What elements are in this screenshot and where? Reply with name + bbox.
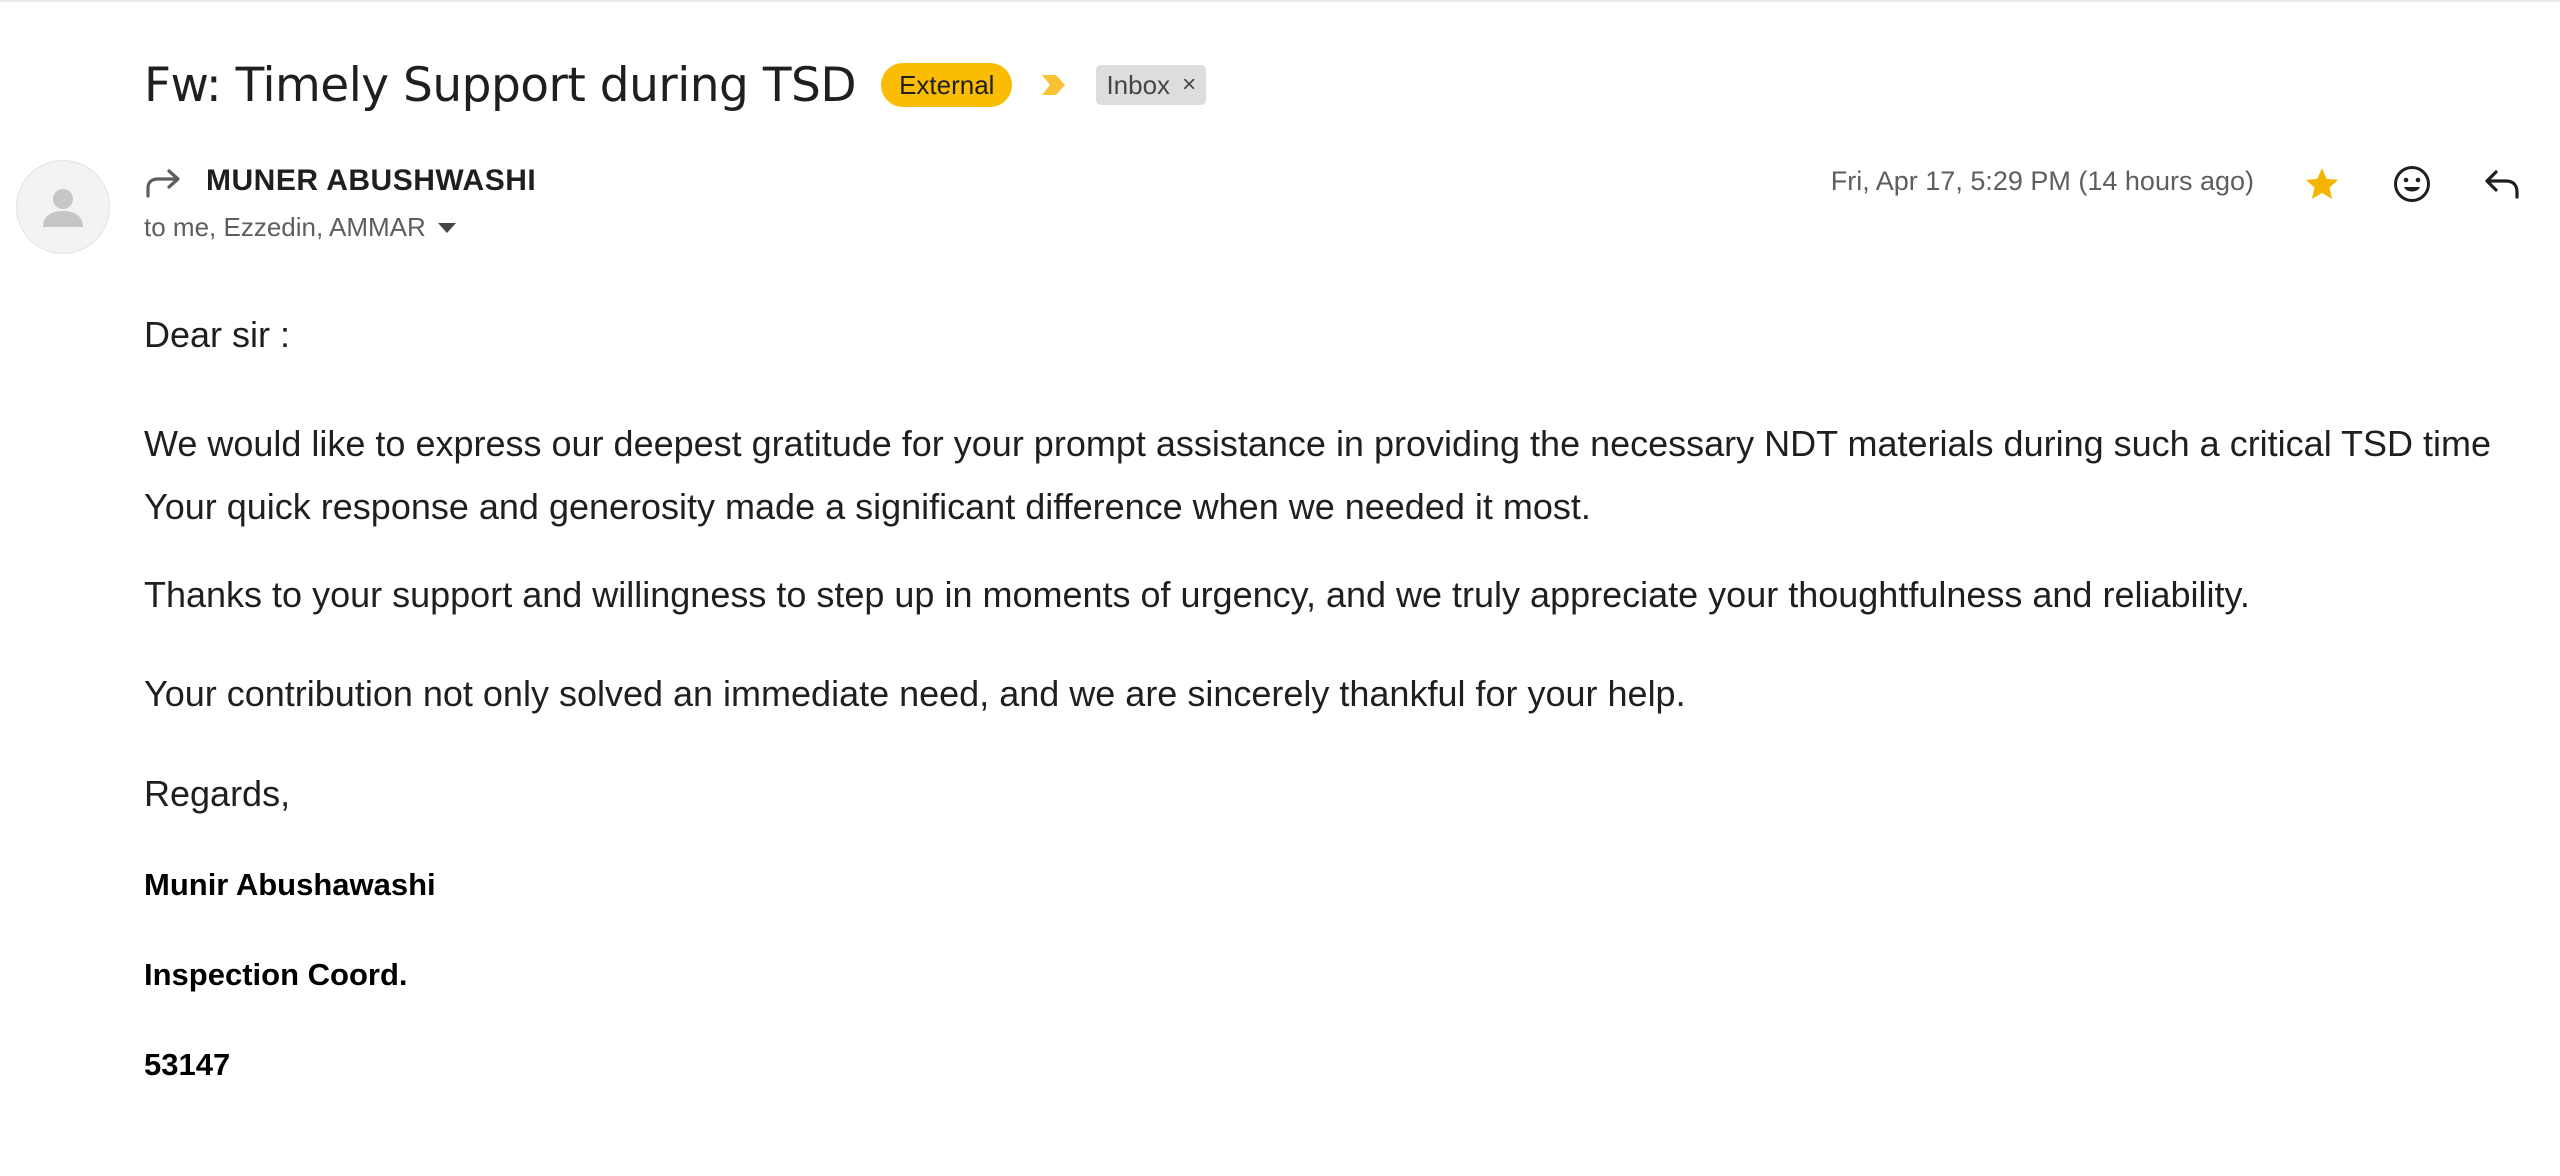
default-avatar-icon[interactable] [16,160,110,254]
email-closing: Regards, [144,773,291,814]
signature-name: Munir Abushawashi [144,867,436,902]
star-icon[interactable] [2302,164,2342,204]
email-paragraph-2: Thanks to your support and willingness t… [144,574,2250,615]
remove-inbox-label-button[interactable]: × [1182,65,1196,105]
email-view: Fw: Timely Support during TSD External I… [0,0,2560,1176]
email-subject: Fw: Timely Support during TSD [144,57,857,113]
email-paragraph-3: Your contribution not only solved an imm… [144,673,1686,714]
importance-marker-icon[interactable] [1040,72,1068,98]
recipients-line: to me, Ezzedin, AMMAR [144,212,456,243]
inbox-label-text: Inbox [1106,70,1171,100]
forward-arrow-icon [144,166,184,200]
subject-row: Fw: Timely Support during TSD External I… [144,50,1207,120]
reply-icon[interactable] [2482,166,2522,202]
chevron-down-icon[interactable] [437,222,456,233]
sender-name[interactable]: MUNER ABUSHWASHI [206,164,536,198]
signature-title: Inspection Coord. [144,957,408,992]
email-greeting: Dear sir : [144,314,291,355]
signature-extension: 53147 [144,1047,231,1082]
external-badge: External [881,63,1013,107]
email-timestamp: Fri, Apr 17, 5:29 PM (14 hours ago) [1830,166,2254,196]
emoji-reaction-icon[interactable] [2392,164,2432,204]
inbox-label[interactable]: Inbox × [1096,65,1207,105]
top-divider [0,0,2560,2]
recipients-text: to me, Ezzedin, AMMAR [144,212,426,242]
email-paragraph-1: We would like to express our deepest gra… [144,423,2492,527]
